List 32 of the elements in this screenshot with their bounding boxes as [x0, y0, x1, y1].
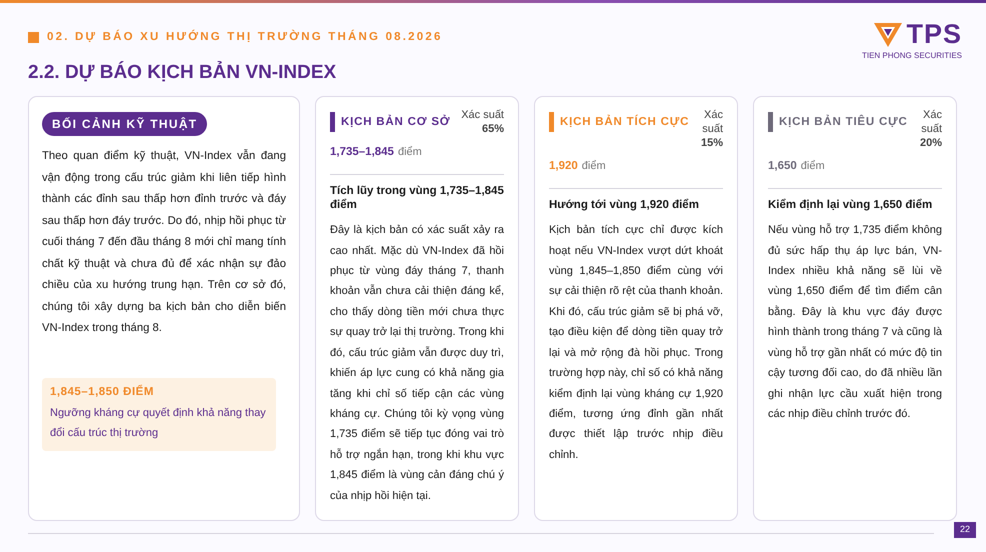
section-title: 02. DỰ BÁO XU HƯỚNG THỊ TRƯỜNG THÁNG 08.2026	[47, 29, 443, 45]
probability-value: 15%	[700, 136, 723, 150]
context-paragraph: Theo quan điểm kỹ thuật, VN-Index vẫn đang vận động trong cấu trúc giảm khi liên tiếp hình thành các đỉnh sau thấp hơn đỉnh trước và đáy sau thấp hơn đáy trước. Do đó, nhịp hồi phục từ cuối tháng 7 đến đầu tháng 8 mới chỉ mang tính chất kỹ thuật và chưa đủ để xác nhận sự đảo chiều của xu hướng trung hạn. Trên cơ sở đó, chúng tôi xây dựng ba kịch bản cho diễn biến VN-Index trong tháng 8.	[42, 148, 286, 336]
scenario-heading: Kiểm định lại vùng 1,650 điểm	[768, 188, 942, 212]
range-value: 1,920	[549, 159, 578, 174]
scenario-title: KỊCH BẢN TIÊU CỰC	[768, 112, 908, 132]
scenario-heading: Tích lũy trong vùng 1,735–1,845 điểm	[330, 174, 504, 212]
scenario-paragraph: Kịch bản tích cực chỉ được kích hoạt nếu VN-Index vượt dứt khoát vùng 1,845–1,850 điểm cùng với sự cải thiện rõ rệt của thanh khoản. Khi đó, cấu trúc giảm sẽ bị phá vỡ, tạo điều kiện để dòng tiền quay trở lại và mở rộng đà hồi phục. Trong trường hợp này, chỉ số có khả năng kiểm định lại vùng kháng cự 1,920 điểm, tương ứng đỉnh gần nhất được thiết lập trước nhịp điều chỉnh.	[549, 223, 723, 463]
scenario-title: KỊCH BẢN TÍCH CỰC	[549, 112, 690, 132]
scenario-title: KỊCH BẢN CƠ SỞ	[330, 112, 450, 132]
highlight-text: Ngưỡng kháng cự quyết định khả năng thay đổi cấu trúc thị trường	[50, 406, 267, 441]
probability-label: Xác suất	[701, 108, 723, 136]
range-unit: điểm	[800, 159, 825, 174]
scenario-paragraph: Đây là kịch bản có xác suất xảy ra cao nhất. Mặc dù VN-Index đã hồi phục từ vùng đáy tháng 7, thanh khoản vẫn chưa cải thiện đáng kể, cho thấy dòng tiền mới chưa thực sự quay trở lại thị trường. Trong khi đó, cấu trúc giảm vẫn được duy trì, khiến áp lực cung có khả năng gia tăng khi chỉ số tiếp cận các vùng kháng cự. Chúng tôi kỳ vọng vùng 1,735 điểm sẽ tiếp tục đóng vai trò hỗ trợ ngắn hạn, trong khi khu vực 1,845 điểm là vùng cản đáng chú ý của nhịp hồi hiện tại.	[330, 223, 504, 504]
probability-value: 65%	[482, 122, 504, 136]
logo-text: TPS	[906, 21, 962, 48]
probability-label: Xác suất	[461, 108, 504, 122]
triangle-logo-icon	[874, 22, 902, 46]
range-unit: điểm	[582, 159, 606, 174]
highlight-value: 1,845–1,850 ĐIỂM	[50, 384, 155, 400]
page-number: 22	[954, 522, 976, 538]
context-label: BỐI CẢNH KỸ THUẬT	[42, 112, 208, 136]
logo-subtitle: TIEN PHONG SECURITIES	[862, 52, 962, 60]
section-marker-icon	[28, 32, 39, 44]
probability-value: 20%	[920, 136, 942, 150]
scenario-heading: Hướng tới vùng 1,920 điểm	[549, 188, 723, 212]
range-value: 1,735–1,845	[330, 145, 394, 160]
range-value: 1,650	[768, 159, 797, 174]
page-title: 2.2. DỰ BÁO KỊCH BẢN VN-INDEX	[28, 63, 338, 82]
scenario-paragraph: Nếu vùng hỗ trợ 1,735 điểm không đủ sức hấp thụ áp lực bán, VN-Index nhiều khả năng sẽ lùi về vùng 1,650 điểm để tìm điểm cân bằng. Đây là khu vực đáy được hình thành trong tháng 7 và cũng là vùng hỗ trợ gần nhất có mức độ tin cậy tương đối cao, do đã nhiều lần ghi nhận lực cầu xuất hiện trong các nhịp điều chỉnh trước đó.	[768, 222, 942, 422]
probability-label: Xác suất	[920, 108, 942, 136]
range-unit: điểm	[398, 145, 422, 160]
